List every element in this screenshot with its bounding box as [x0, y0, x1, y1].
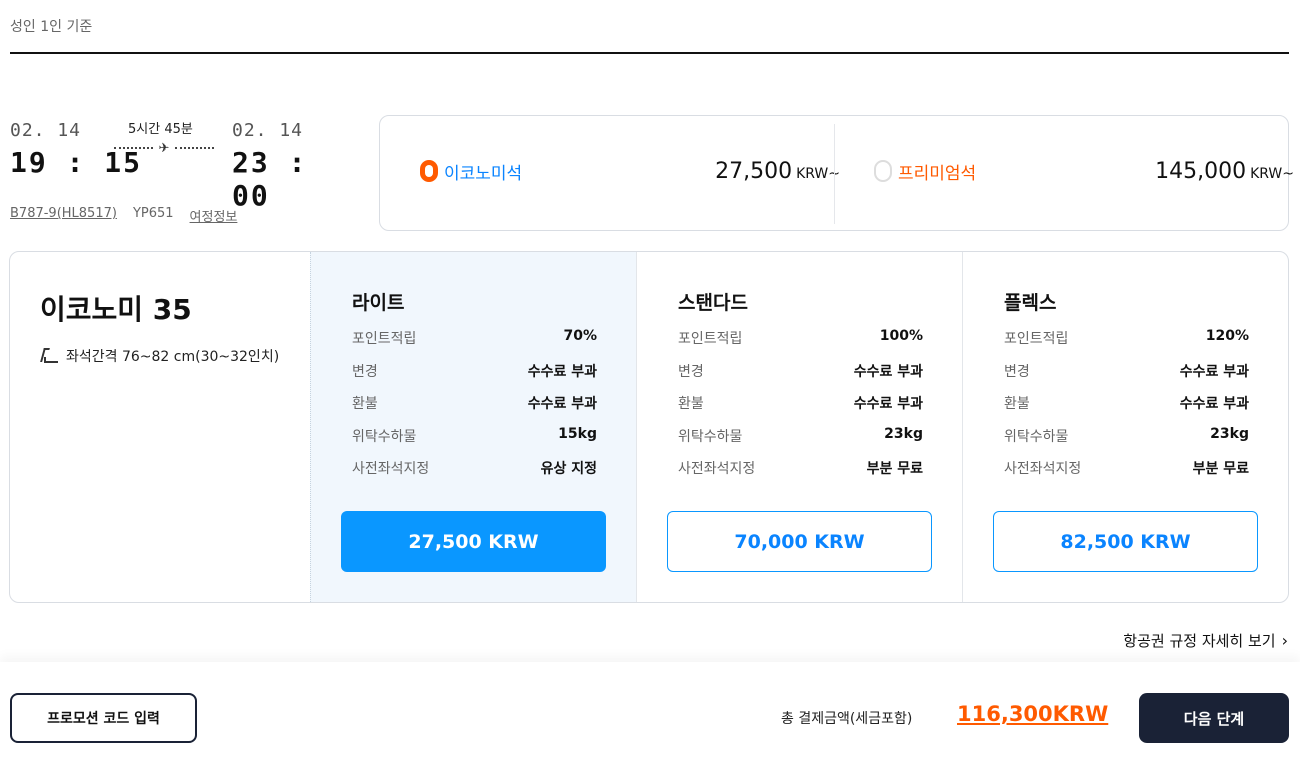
fare-column-flex: 플렉스 포인트적립 120% 변경 수수료 부과 환불 수수료 부과 위탁수하물 23k…: [962, 252, 1288, 602]
header-divider: [10, 52, 1289, 54]
fare-row: 위탁수하물 23kg: [1004, 425, 1249, 445]
seat-pitch: 좌석간격 76~82 cm(30~32인치): [40, 346, 279, 366]
departure-date: 02. 14: [10, 120, 82, 141]
fare-column-light: 라이트 포인트적립 70% 변경 수수료 부과 환불 수수료 부과 위탁수하물 15kg…: [310, 252, 636, 602]
economy-option[interactable]: 이코노미석 27,500 KRW~: [420, 156, 840, 186]
fare-column-standard: 스탠다드 포인트적립 100% 변경 수수료 부과 환불 수수료 부과 위탁수하물 23…: [636, 252, 962, 602]
cabin-title: 이코노미 35: [40, 293, 192, 326]
fare-row: 환불 수수료 부과: [678, 396, 923, 412]
fare-conditions: 포인트적립 100% 변경 수수료 부과 환불 수수료 부과 위탁수하물 23kg 사전…: [678, 328, 923, 491]
fare-table: 이코노미 35 좌석간격 76~82 cm(30~32인치) 라이트 포인트적립…: [9, 251, 1289, 603]
arrival-date: 02. 14: [232, 120, 304, 141]
aircraft-link[interactable]: B787-9(HL8517): [10, 206, 117, 225]
economy-price: 27,500 KRW~: [715, 158, 840, 184]
fare-row: 포인트적립 100%: [678, 328, 923, 347]
seat-pitch-text: 좌석간격 76~82 cm(30~32인치): [66, 349, 280, 365]
fare-row: 변경 수수료 부과: [678, 363, 923, 380]
fare-row: 사전좌석지정 부분 무료: [1004, 461, 1249, 477]
fare-name: 스탠다드: [678, 292, 748, 314]
footer-bar: 프로모션 코드 입력 총 결제금액(세금포함) 116,300KRW 다음 단계: [0, 662, 1300, 760]
premium-radio[interactable]: [874, 160, 892, 182]
itinerary-link[interactable]: 여정정보: [190, 206, 238, 225]
airplane-icon: ✈: [158, 140, 170, 156]
cabin-class-selector: 이코노미석 27,500 KRW~ 프리미엄석 145,000 KRW~: [379, 115, 1294, 231]
fare-price-button-standard[interactable]: 70,000 KRW: [667, 511, 932, 572]
fare-price-button-light[interactable]: 27,500 KRW: [341, 511, 606, 572]
seat-icon: [40, 348, 58, 364]
total-label: 총 결제금액(세금포함): [781, 711, 913, 727]
flight-number: YP651: [132, 206, 174, 221]
route-line: ✈: [114, 140, 214, 156]
class-divider: [834, 124, 835, 224]
flight-info: 02. 14 19 : 15 5시간 45분 ✈ 02. 14 23 : 00 …: [10, 116, 330, 236]
fare-name: 라이트: [352, 292, 405, 314]
fare-row: 환불 수수료 부과: [352, 396, 597, 412]
chevron-right-icon: ›: [1281, 631, 1288, 650]
flight-duration: 5시간 45분: [128, 122, 193, 137]
fare-conditions: 포인트적립 70% 변경 수수료 부과 환불 수수료 부과 위탁수하물 15kg 사전좌…: [352, 328, 597, 491]
fare-row: 환불 수수료 부과: [1004, 396, 1249, 412]
fare-row: 포인트적립 120%: [1004, 328, 1249, 347]
premium-price: 145,000 KRW~: [1155, 158, 1294, 184]
next-step-button[interactable]: 다음 단계: [1139, 693, 1289, 743]
premium-option[interactable]: 프리미엄석 145,000 KRW~: [874, 156, 1294, 186]
fare-rules-label: 항공권 규정 자세히 보기: [1123, 632, 1276, 650]
premium-label: 프리미엄석: [898, 163, 977, 184]
fare-row: 사전좌석지정 유상 지정: [352, 461, 597, 477]
promo-code-button[interactable]: 프로모션 코드 입력: [10, 693, 197, 743]
total-amount: 116,300KRW: [957, 702, 1109, 726]
fare-rules-link[interactable]: 항공권 규정 자세히 보기 ›: [1123, 630, 1288, 651]
cabin-info: 이코노미 35 좌석간격 76~82 cm(30~32인치): [40, 288, 279, 366]
economy-label: 이코노미석: [444, 163, 523, 184]
passenger-basis-label: 성인 1인 기준: [10, 19, 93, 35]
fare-row: 변경 수수료 부과: [1004, 363, 1249, 380]
fare-name: 플렉스: [1004, 292, 1057, 314]
fare-row: 사전좌석지정 부분 무료: [678, 461, 923, 477]
fare-conditions: 포인트적립 120% 변경 수수료 부과 환불 수수료 부과 위탁수하물 23kg 사전…: [1004, 328, 1249, 491]
flight-meta: B787-9(HL8517) YP651 여정정보: [10, 206, 237, 225]
economy-radio[interactable]: [420, 160, 438, 182]
arrival-time: 23 : 00: [232, 146, 308, 212]
fare-row: 포인트적립 70%: [352, 328, 597, 347]
fare-row: 위탁수하물 23kg: [678, 425, 923, 445]
fare-price-button-flex[interactable]: 82,500 KRW: [993, 511, 1258, 572]
fare-row: 변경 수수료 부과: [352, 363, 597, 380]
fare-row: 위탁수하물 15kg: [352, 425, 597, 445]
